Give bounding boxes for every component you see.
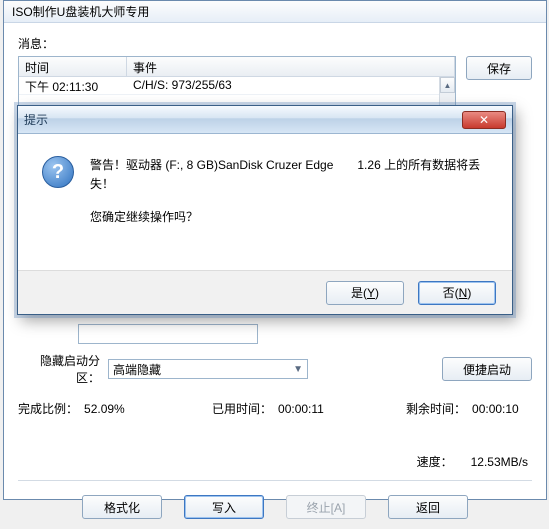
save-button-label: 保存 (487, 60, 511, 77)
portable-boot-label: 便捷启动 (463, 361, 511, 378)
speed-value: 12.53MB/s (471, 455, 528, 469)
cell-event: C/H/S: 973/255/63 (127, 77, 455, 94)
remaining-value: 00:00:10 (472, 402, 532, 416)
path-field[interactable] (78, 324, 258, 344)
write-button[interactable]: 写入 (184, 495, 264, 519)
chevron-down-icon: ▼ (293, 364, 303, 375)
close-icon: ✕ (479, 113, 489, 127)
hidden-partition-label: 隐藏启动分区： (18, 352, 108, 386)
messages-header: 时间 事件 (19, 57, 455, 77)
stop-button: 终止[A] (286, 495, 366, 519)
no-button-label: 否(N) (443, 284, 472, 301)
col-event-header[interactable]: 事件 (127, 57, 455, 76)
save-button[interactable]: 保存 (466, 56, 532, 80)
bottom-buttons: 格式化 写入 终止[A] 返回 (18, 495, 532, 519)
elapsed-value: 00:00:11 (278, 402, 338, 416)
progress-row: 完成比例： 52.09% 已用时间： 00:00:11 剩余时间： 00:00:… (18, 400, 532, 417)
yes-button-label: 是(Y) (351, 284, 379, 301)
speed-row: 速度： 12.53MB/s (18, 453, 532, 470)
elapsed-label: 已用时间： (212, 400, 272, 417)
back-button[interactable]: 返回 (388, 495, 468, 519)
dialog-title: 提示 (24, 111, 48, 128)
dialog-body: ? 警告！驱动器 (F:, 8 GB)SanDisk Cruzer Edge 1… (18, 134, 512, 252)
hidden-partition-row: 隐藏启动分区： 高端隐藏 ▼ 便捷启动 (18, 352, 532, 386)
dialog-footer: 是(Y) 否(N) (18, 270, 512, 314)
format-button[interactable]: 格式化 (82, 495, 162, 519)
titlebar: ISO制作U盘装机大师专用 (4, 1, 546, 23)
path-row (78, 324, 532, 344)
dialog-text: 警告！驱动器 (F:, 8 GB)SanDisk Cruzer Edge 1.2… (90, 156, 488, 242)
back-button-label: 返回 (416, 499, 440, 516)
confirm-dialog: 提示 ✕ ? 警告！驱动器 (F:, 8 GB)SanDisk Cruzer E… (17, 105, 513, 315)
hidden-partition-select[interactable]: 高端隐藏 ▼ (108, 359, 308, 379)
col-time-header[interactable]: 时间 (19, 57, 127, 76)
scroll-up-icon[interactable]: ▲ (440, 77, 455, 93)
cell-time: 下午 02:11:30 (19, 77, 127, 94)
dialog-warning-line: 警告！驱动器 (F:, 8 GB)SanDisk Cruzer Edge 1.2… (90, 156, 488, 194)
window-title: ISO制作U盘装机大师专用 (4, 3, 149, 20)
dialog-titlebar[interactable]: 提示 ✕ (18, 106, 512, 134)
dialog-confirm-line: 您确定继续操作吗？ (90, 208, 488, 227)
yes-button[interactable]: 是(Y) (326, 281, 404, 305)
messages-label: 消息： (18, 35, 532, 52)
portable-boot-button[interactable]: 便捷启动 (442, 357, 532, 381)
dialog-close-button[interactable]: ✕ (462, 111, 506, 129)
hidden-partition-value: 高端隐藏 (113, 361, 161, 378)
format-button-label: 格式化 (104, 499, 140, 516)
percent-label: 完成比例： (18, 400, 78, 417)
write-button-label: 写入 (212, 499, 236, 516)
speed-label: 速度： (417, 453, 453, 470)
question-icon: ? (42, 156, 74, 188)
stop-button-label: 终止[A] (307, 499, 346, 516)
messages-body: 下午 02:11:30 C/H/S: 973/255/63 (19, 77, 455, 95)
separator (18, 480, 532, 481)
remaining-label: 剩余时间： (406, 400, 466, 417)
no-button[interactable]: 否(N) (418, 281, 496, 305)
table-row[interactable]: 下午 02:11:30 C/H/S: 973/255/63 (19, 77, 455, 95)
percent-value: 52.09% (84, 402, 144, 416)
